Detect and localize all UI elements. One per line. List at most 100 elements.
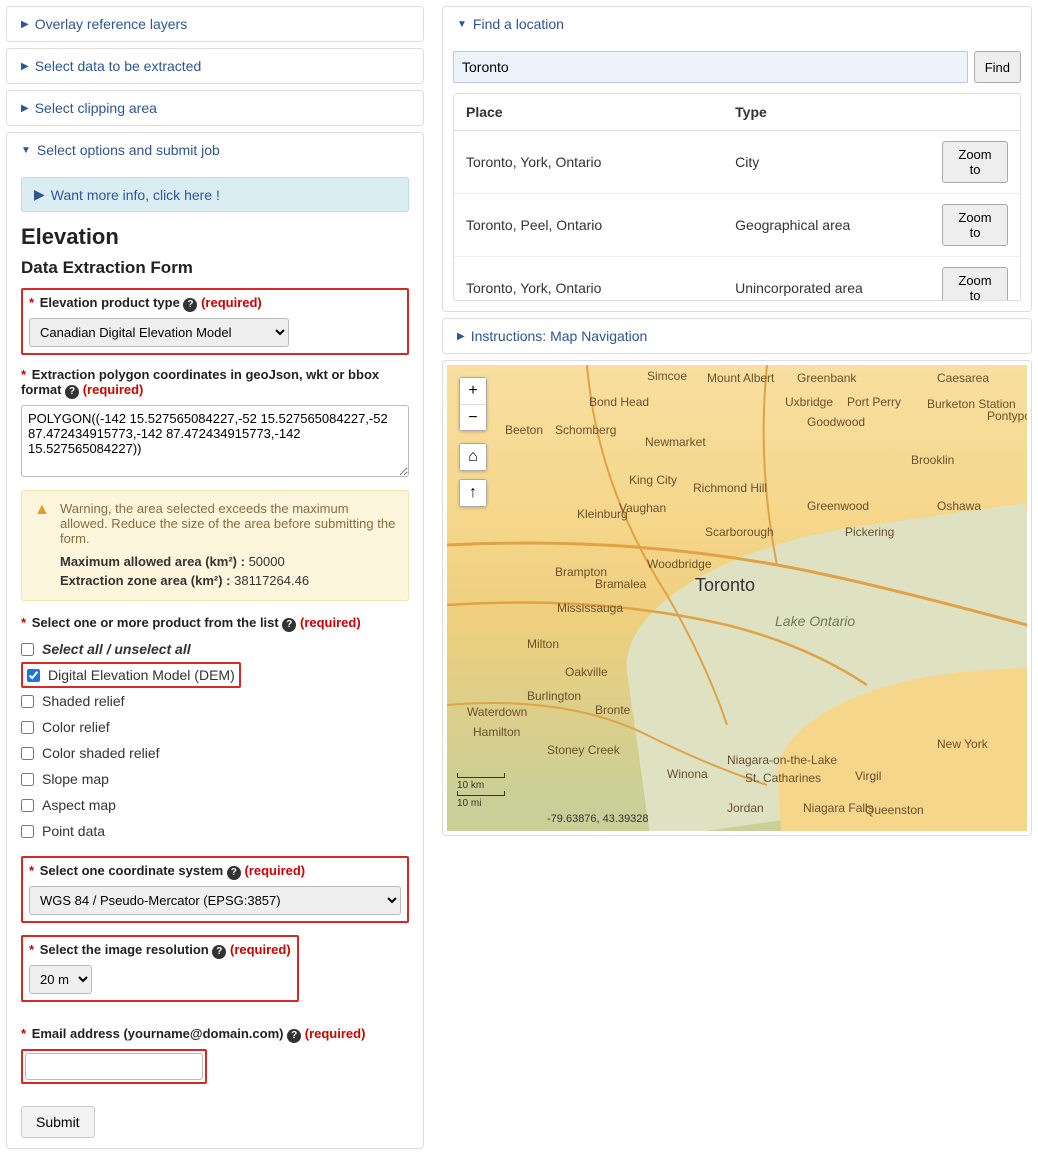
map-city-label: Winona xyxy=(667,767,708,781)
form-title: Elevation xyxy=(21,224,409,250)
find-button[interactable]: Find xyxy=(974,51,1021,83)
help-icon[interactable]: ? xyxy=(65,385,79,399)
results-table: PlaceType Toronto, York, OntarioCity Zoom… xyxy=(454,94,1020,300)
product-row: Shaded relief xyxy=(21,688,409,714)
zoom-out-button[interactable]: − xyxy=(460,404,486,430)
zoom-to-button[interactable]: Zoom to xyxy=(942,267,1008,300)
map-city-label: Scarborough xyxy=(705,525,774,539)
panel-select-data[interactable]: ▶Select data to be extracted xyxy=(6,48,424,84)
map-city-label: Niagara-on-the-Lake xyxy=(727,753,837,767)
cell-type: Unincorporated area xyxy=(723,257,930,301)
product-label: Digital Elevation Model (DEM) xyxy=(48,667,235,683)
email-input[interactable] xyxy=(25,1053,203,1080)
product-checkbox[interactable] xyxy=(21,747,34,760)
caret-right-icon: ▶ xyxy=(21,19,29,30)
required-star: * xyxy=(29,863,34,878)
form-subtitle: Data Extraction Form xyxy=(21,258,409,278)
map-city-label: Queenston xyxy=(865,803,924,817)
table-row: Toronto, York, OntarioCity Zoom to xyxy=(454,131,1020,194)
required-text: (required) xyxy=(201,295,262,310)
field-coord-sys: * Select one coordinate system ? (requir… xyxy=(21,856,409,923)
product-label: Color shaded relief xyxy=(42,745,160,761)
zoom-to-button[interactable]: Zoom to xyxy=(942,204,1008,246)
panel-clipping[interactable]: ▶Select clipping area xyxy=(6,90,424,126)
cell-place: Toronto, York, Ontario xyxy=(454,131,723,194)
product-checkbox[interactable] xyxy=(21,773,34,786)
map-label-main-city: Toronto xyxy=(695,575,755,596)
resolution-select[interactable]: 20 m xyxy=(29,965,92,994)
email-label: Email address (yourname@domain.com) xyxy=(32,1026,284,1041)
required-star: * xyxy=(29,942,34,957)
help-icon[interactable]: ? xyxy=(282,618,296,632)
product-row: Color shaded relief xyxy=(21,740,409,766)
product-checkbox[interactable] xyxy=(21,799,34,812)
caret-down-icon: ▼ xyxy=(21,145,31,156)
map-city-label: Burlington xyxy=(527,689,581,703)
panel-instructions[interactable]: ▶Instructions: Map Navigation xyxy=(442,318,1032,354)
map-city-label: Jordan xyxy=(727,801,764,815)
help-icon[interactable]: ? xyxy=(183,298,197,312)
map-city-label: Oshawa xyxy=(937,499,981,513)
field-product-type: * Elevation product type ? (required) Ca… xyxy=(21,288,409,355)
caret-right-icon: ▶ xyxy=(21,103,29,114)
products-label: Select one or more product from the list xyxy=(32,615,279,630)
scale-mi: 10 mi xyxy=(457,798,481,809)
map-city-label: Kleinburg xyxy=(577,507,628,521)
map-container: + − ⌂ ↑ SimcoeMount AlbertGreenbankCaesa… xyxy=(442,360,1032,836)
submit-button[interactable]: Submit xyxy=(21,1106,95,1138)
find-title: Find a location xyxy=(473,16,564,32)
panel-options-header[interactable]: ▼ Select options and submit job xyxy=(7,133,423,167)
product-checkbox[interactable] xyxy=(27,669,40,682)
map-city-label: Hamilton xyxy=(473,725,520,739)
col-place: Place xyxy=(454,94,723,131)
panel-overlay[interactable]: ▶ Overlay reference layers xyxy=(6,6,424,42)
required-text: (required) xyxy=(300,615,361,630)
product-checkbox[interactable] xyxy=(21,825,34,838)
polygon-textarea[interactable]: POLYGON((-142 15.527565084227,-52 15.527… xyxy=(21,405,409,477)
help-icon[interactable]: ? xyxy=(287,1029,301,1043)
required-star: * xyxy=(21,615,26,630)
warning-icon: ▲ xyxy=(34,501,50,519)
info-banner[interactable]: ▶Want more info, click here ! xyxy=(21,177,409,212)
map-city-label: Stoney Creek xyxy=(547,743,620,757)
cell-type: City xyxy=(723,131,930,194)
location-search-input[interactable] xyxy=(453,51,968,83)
map-home-button[interactable]: ⌂ xyxy=(460,444,486,470)
zone-area-value: 38117264.46 xyxy=(234,573,309,588)
product-type-select[interactable]: Canadian Digital Elevation Model xyxy=(29,318,289,347)
product-checkbox[interactable] xyxy=(21,695,34,708)
required-text: (required) xyxy=(83,382,144,397)
help-icon[interactable]: ? xyxy=(212,945,226,959)
required-star: * xyxy=(21,367,26,382)
map-city-label: Richmond Hill xyxy=(693,481,767,495)
map-city-label: Brooklin xyxy=(911,453,954,467)
map[interactable]: + − ⌂ ↑ SimcoeMount AlbertGreenbankCaesa… xyxy=(447,365,1027,831)
panel-find-location: ▼Find a location Find PlaceType Toronto,… xyxy=(442,6,1032,312)
panel-options-label: Select options and submit job xyxy=(37,142,220,158)
zoom-to-button[interactable]: Zoom to xyxy=(942,141,1008,183)
coord-sys-select[interactable]: WGS 84 / Pseudo-Mercator (EPSG:3857) xyxy=(29,886,401,915)
panel-find-header[interactable]: ▼Find a location xyxy=(443,7,1031,41)
select-all-checkbox[interactable] xyxy=(21,643,34,656)
product-checkbox[interactable] xyxy=(21,721,34,734)
map-city-label: Uxbridge xyxy=(785,395,833,409)
map-city-label: Greenwood xyxy=(807,499,869,513)
panel-overlay-label: Overlay reference layers xyxy=(35,16,188,32)
map-city-label: Niagara Falls xyxy=(803,801,874,815)
zoom-in-button[interactable]: + xyxy=(460,378,486,404)
map-city-label: Mississauga xyxy=(557,601,623,615)
map-city-label: Bond Head xyxy=(589,395,649,409)
product-row: Digital Elevation Model (DEM) xyxy=(21,662,241,688)
map-city-label: Oakville xyxy=(565,665,608,679)
map-city-label: Beeton xyxy=(505,423,543,437)
map-city-label: Schomberg xyxy=(555,423,616,437)
map-city-label: Bramalea xyxy=(595,577,646,591)
col-type: Type xyxy=(723,94,930,131)
locate-control: ↑ xyxy=(459,479,487,507)
product-label: Color relief xyxy=(42,719,110,735)
map-city-label: Greenbank xyxy=(797,371,856,385)
product-type-label: Elevation product type xyxy=(40,295,180,310)
help-icon[interactable]: ? xyxy=(227,866,241,880)
map-locate-button[interactable]: ↑ xyxy=(460,480,486,506)
map-label-lake: Lake Ontario xyxy=(775,613,855,629)
